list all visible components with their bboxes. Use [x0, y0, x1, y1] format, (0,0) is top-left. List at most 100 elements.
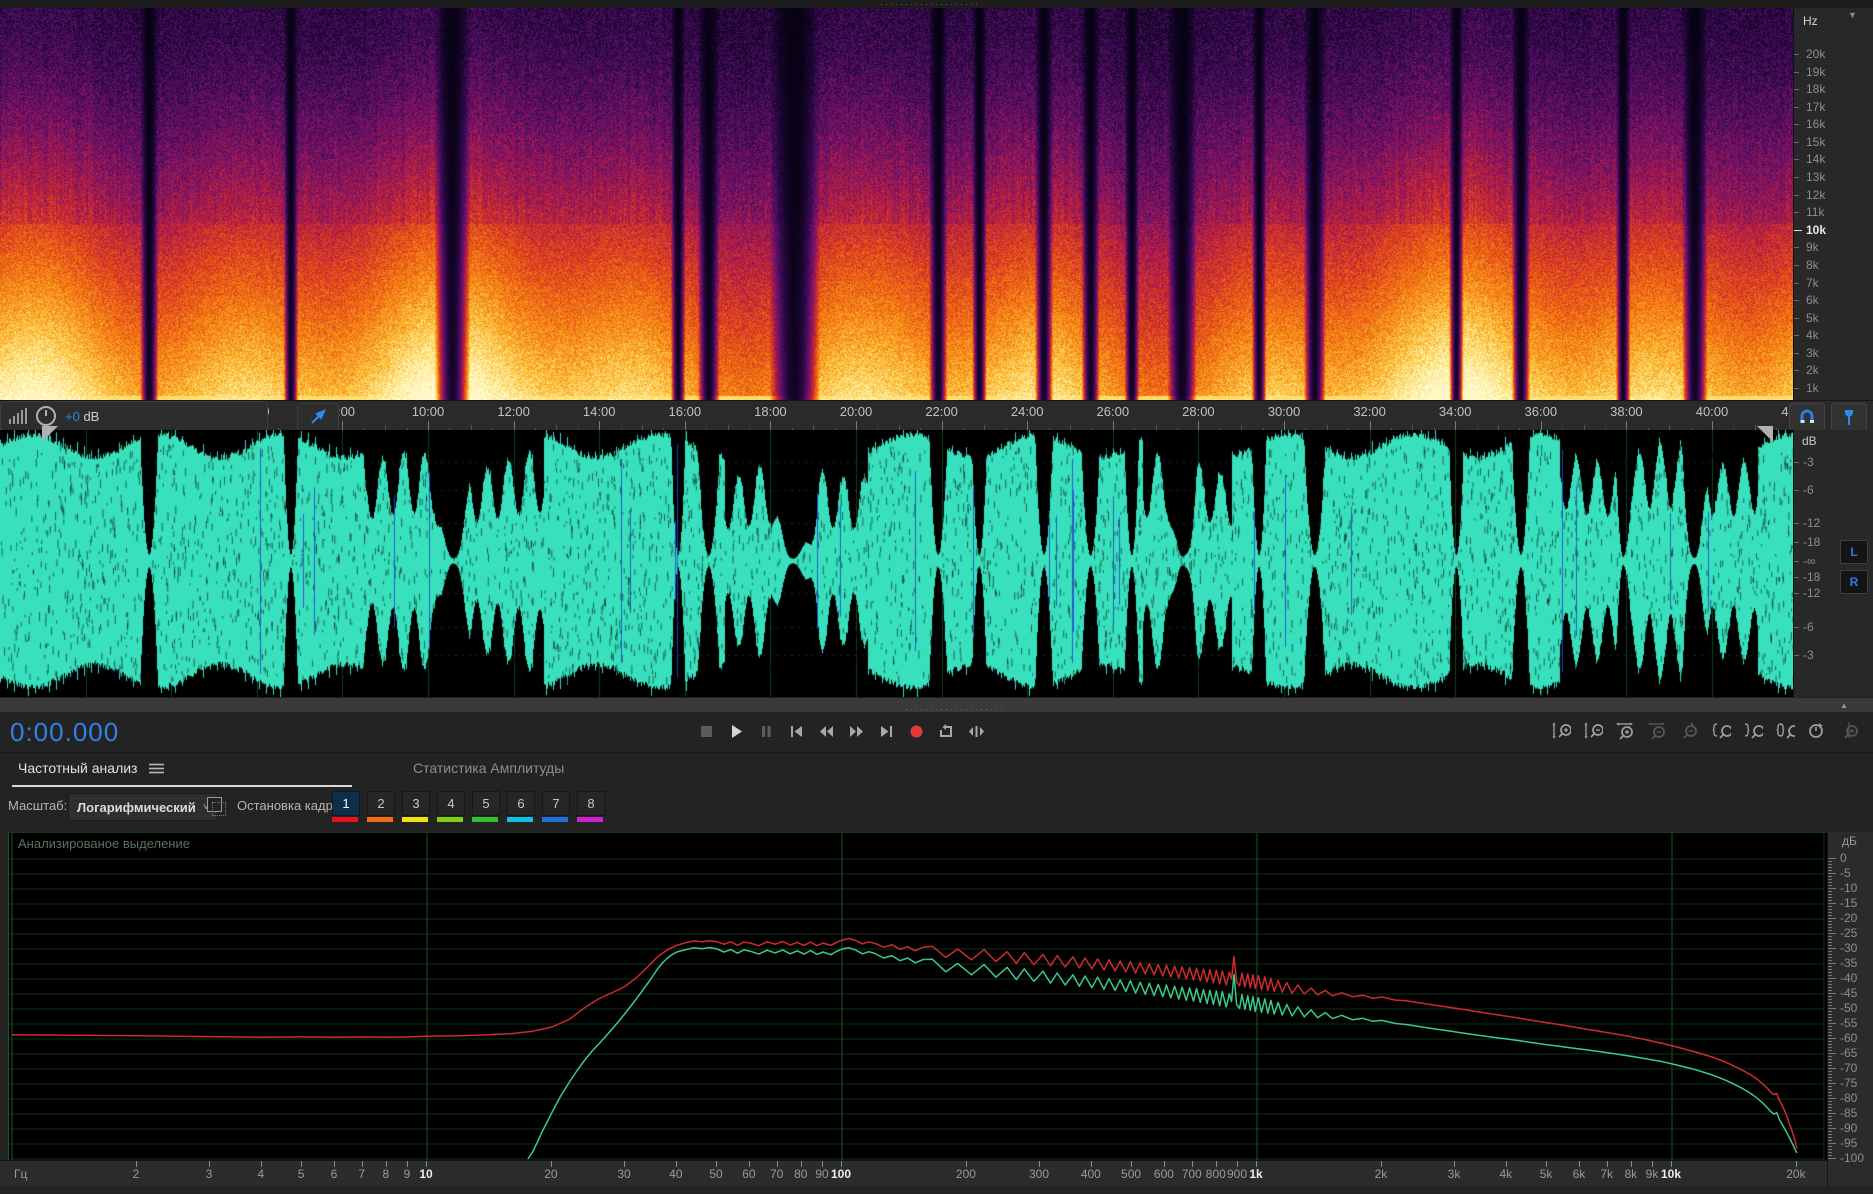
- db-axis-tick: [1828, 969, 1832, 970]
- gain-value[interactable]: +0 dB: [65, 409, 99, 424]
- db-axis-tick: [1828, 885, 1832, 886]
- pause-button[interactable]: [758, 716, 775, 746]
- db-axis-label: -45: [1840, 986, 1858, 1000]
- panel-grip-dots[interactable]: ····················: [905, 705, 1005, 714]
- scrollbar-arrow-icon[interactable]: ▲: [1840, 701, 1848, 710]
- timeline-label: 20:00: [839, 404, 873, 419]
- db-axis-tick: [1828, 894, 1832, 895]
- frequency-chart-area[interactable]: [8, 832, 1828, 1161]
- zoom-in-vertical-button[interactable]: [1551, 716, 1571, 746]
- skip-selection-button[interactable]: [968, 716, 985, 746]
- freeze-frame-7[interactable]: 7: [542, 791, 570, 822]
- freeze-frame-4[interactable]: 4: [437, 791, 465, 822]
- channel-right-button[interactable]: R: [1840, 570, 1868, 594]
- db-axis-tick: [1828, 1002, 1832, 1003]
- db-axis-tick: [1828, 1104, 1832, 1105]
- db-axis-tick: [1828, 1122, 1832, 1123]
- loop-playback-icon: [940, 723, 952, 737]
- freeze-frame-button[interactable]: 6: [507, 791, 535, 816]
- zoom-time-scale-button[interactable]: [1807, 716, 1827, 746]
- skip-to-start-button[interactable]: [788, 716, 805, 746]
- freeze-frame-button[interactable]: 7: [542, 791, 570, 816]
- db-axis-tick: [1828, 978, 1836, 979]
- freeze-frame-button[interactable]: 8: [577, 791, 605, 816]
- db-axis-tick: [1828, 888, 1836, 889]
- amplitude-tick: [1794, 561, 1799, 562]
- zoom-to-out-point-button[interactable]: [1743, 716, 1763, 746]
- spectrogram-frequency-ruler[interactable]: Hz 20k 19k 18k 17k 16k 15k 14k 13k 12k 11k 10k 9k 8k 7…: [1793, 8, 1873, 400]
- frequency-tick: [1794, 124, 1799, 126]
- freeze-frame-1[interactable]: 1: [332, 791, 360, 822]
- clock-icon[interactable]: [35, 405, 57, 427]
- hud-toolbar[interactable]: +0 dB: [0, 401, 268, 431]
- rewind-icon: [820, 725, 833, 737]
- timeline-ruler[interactable]: 4:006:008:0010:0012:0014:0016:0018:0020:…: [0, 400, 1873, 432]
- bottom-edge: [0, 1186, 1873, 1194]
- frequency-tick: [1794, 212, 1799, 214]
- freeze-frame-5[interactable]: 5: [472, 791, 500, 822]
- marker-button[interactable]: [1831, 403, 1867, 431]
- freeze-frame-8[interactable]: 8: [577, 791, 605, 822]
- db-axis-tick: [1828, 1095, 1832, 1096]
- series-red: [11, 937, 1798, 1149]
- db-axis-label: -5: [1840, 866, 1851, 880]
- record-button[interactable]: [908, 716, 925, 746]
- db-axis-tick: [1828, 1137, 1832, 1138]
- scale-dropdown[interactable]: Логарифмический ˅: [68, 793, 218, 821]
- spectrogram-display[interactable]: [0, 8, 1793, 400]
- freeze-frame-button[interactable]: 3: [402, 791, 430, 816]
- frequency-tick: [1794, 106, 1799, 108]
- rewind-button[interactable]: [818, 716, 835, 746]
- freeze-frame-6[interactable]: 6: [507, 791, 535, 822]
- zoom-in-horizontal-button[interactable]: [1615, 716, 1635, 746]
- tab-amplitude-statistics[interactable]: Статистика Амплитуды: [413, 760, 564, 776]
- play-button[interactable]: [728, 716, 745, 746]
- freeze-frame-3[interactable]: 3: [402, 791, 430, 822]
- dropdown-arrow-icon[interactable]: ▼: [1848, 10, 1857, 20]
- stop-button[interactable]: [698, 716, 715, 746]
- freeze-frame-button[interactable]: 5: [472, 791, 500, 816]
- db-axis-tick: [1828, 996, 1832, 997]
- zoom-to-playhead-button[interactable]: [1839, 716, 1859, 746]
- db-axis-tick: [1828, 900, 1832, 901]
- zoom-reset-button[interactable]: [1679, 716, 1699, 746]
- db-axis-label: -20: [1840, 911, 1858, 925]
- frequency-axis-label: 10k: [1660, 1167, 1682, 1181]
- hamburger-icon[interactable]: [149, 763, 165, 774]
- freeze-frame-button[interactable]: 2: [367, 791, 395, 816]
- corner-handle-top-left[interactable]: [42, 426, 58, 442]
- tab-frequency-analysis[interactable]: Частотный анализ: [18, 760, 165, 776]
- frequency-axis-label: 300: [1028, 1167, 1050, 1181]
- pin-button[interactable]: [297, 403, 339, 431]
- db-axis-tick: [1828, 1059, 1832, 1060]
- time-display[interactable]: 0:00.000: [10, 717, 119, 748]
- zoom-out-horizontal-button[interactable]: [1647, 716, 1667, 746]
- channel-left-button[interactable]: L: [1840, 540, 1868, 564]
- loop-playback-button[interactable]: [938, 716, 955, 746]
- db-axis-tick: [1828, 1074, 1832, 1075]
- zoom-to-selection-button[interactable]: [1775, 716, 1795, 746]
- db-axis-tick: [1828, 1155, 1832, 1156]
- waveform-display[interactable]: [0, 430, 1793, 697]
- copy-graph-icon[interactable]: [207, 797, 226, 816]
- zoom-out-vertical-button[interactable]: [1583, 716, 1603, 746]
- snap-button[interactable]: [1789, 403, 1825, 431]
- frequency-axis-label: 3: [205, 1167, 213, 1181]
- skip-to-end-button[interactable]: [878, 716, 895, 746]
- frequency-axis-label: 8k: [1624, 1167, 1638, 1181]
- amplitude-tick: [1794, 462, 1799, 463]
- corner-handle-top-right[interactable]: [1757, 426, 1773, 442]
- freeze-frame-button[interactable]: 1: [332, 791, 360, 816]
- frequency-axis-label: 20k: [1786, 1167, 1806, 1181]
- zoom-in-vertical-icon: [1552, 722, 1571, 739]
- panel-grip-dots[interactable]: ····················: [880, 0, 980, 9]
- frequency-label: 8k: [1806, 257, 1819, 272]
- fast-forward-button[interactable]: [848, 716, 865, 746]
- zoom-to-in-point-button[interactable]: [1711, 716, 1731, 746]
- freeze-frame-2[interactable]: 2: [367, 791, 395, 822]
- frequency-tick: [1794, 317, 1799, 319]
- frequency-axis-label: 3k: [1447, 1167, 1461, 1181]
- zoom-reset-icon: [1682, 722, 1697, 739]
- freeze-frame-button[interactable]: 4: [437, 791, 465, 816]
- db-axis-tick: [1828, 1044, 1832, 1045]
